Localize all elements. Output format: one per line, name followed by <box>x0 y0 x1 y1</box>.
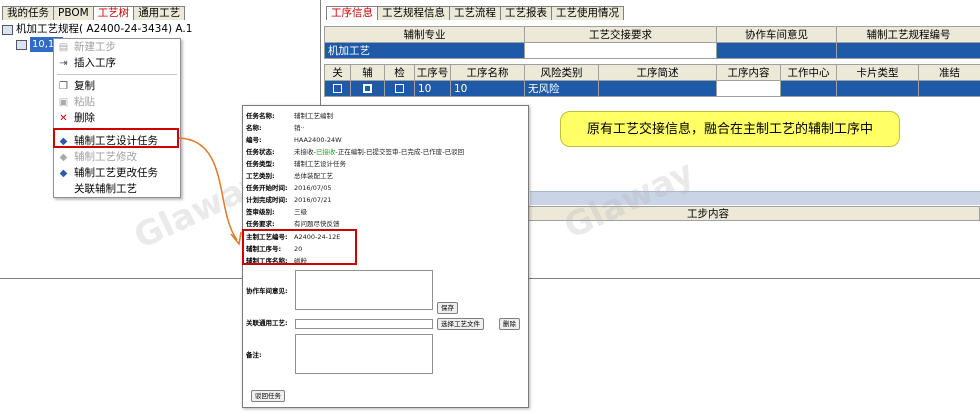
menu-separator <box>57 74 177 75</box>
cell-card[interactable] <box>836 80 920 97</box>
paste-icon: ▣ <box>58 96 69 108</box>
tab-process-flow[interactable]: 工艺流程 <box>449 6 501 20</box>
col-header-guan: 关 <box>324 64 351 81</box>
col-header-center: 工作中心 <box>780 64 838 81</box>
info-value-handover[interactable] <box>524 42 718 59</box>
left-tab-bar: 我的任务 PBOM 工艺树 通用工艺 <box>2 4 186 20</box>
cell-risk[interactable]: 无风险 <box>524 80 600 97</box>
tab-process-report[interactable]: 工艺报表 <box>500 6 552 20</box>
reject-task-button[interactable]: 驳回任务 <box>251 390 285 402</box>
new-step-icon: ▤ <box>58 41 69 53</box>
cell-brief[interactable] <box>598 80 718 97</box>
col-header-prep: 准结 <box>918 64 980 81</box>
col-header-brief: 工序简述 <box>598 64 718 81</box>
coop-textarea[interactable] <box>295 270 433 310</box>
cell-content[interactable] <box>716 80 782 97</box>
field-review-level: 签审级别: 三级 <box>246 208 307 216</box>
field-name: 名称: 销·· <box>246 124 305 132</box>
menu-item-aux-change-task[interactable]: ◆ 辅制工艺更改任务 <box>54 165 180 181</box>
menu-item-new-step[interactable]: ▤ 新建工步 <box>54 39 180 55</box>
insert-icon: ⇥ <box>59 57 68 69</box>
checkbox-guan[interactable] <box>324 80 351 97</box>
tree-root-node[interactable]: 机加工艺规程( A2400-24-3434) A.1 <box>2 22 320 37</box>
menu-item-paste[interactable]: ▣ 粘贴 <box>54 94 180 110</box>
cell-center[interactable] <box>780 80 838 97</box>
field-code: 编号: HAA2400-24W <box>246 136 342 144</box>
field-process-category: 工艺类别: 总体装配工艺 <box>246 172 333 180</box>
col-header-card: 卡片类型 <box>836 64 920 81</box>
field-plan-date: 计划完成时间: 2016/07/21 <box>246 196 332 204</box>
field-task-name: 任务名称: 辅制工艺编制 <box>246 112 333 120</box>
annotation-callout: 原有工艺交接信息，融合在主制工艺的辅制工序中 <box>560 111 900 147</box>
info-header-handover: 工艺交接要求 <box>524 26 718 43</box>
dialog-highlight-box <box>242 229 357 265</box>
delete-link-button[interactable]: 删除 <box>499 318 520 330</box>
table-row[interactable]: 10 10 无风险 <box>324 80 980 97</box>
col-header-jian: 检 <box>384 64 415 81</box>
operation-grid: 辅制专业 工艺交接要求 协作车间意见 辅制工艺规程编号 机加工艺 关 辅 检 工… <box>323 26 980 97</box>
copy-icon: ❐ <box>59 80 68 92</box>
col-header-op-name: 工序名称 <box>449 64 526 81</box>
cell-op-no[interactable]: 10 <box>414 80 451 97</box>
process-doc-icon <box>2 24 13 35</box>
tab-general-process[interactable]: 通用工艺 <box>133 6 186 20</box>
menu-item-insert-operation[interactable]: ⇥ 插入工序 <box>54 55 180 71</box>
menu-item-delete[interactable]: ✕ 删除 <box>54 110 180 126</box>
tab-my-tasks[interactable]: 我的任务 <box>2 6 54 20</box>
col-header-content: 工序内容 <box>716 64 782 81</box>
cell-op-name[interactable]: 10 <box>449 80 526 97</box>
tab-pbom[interactable]: PBOM <box>53 6 94 20</box>
status-accepted-highlight: 已接收 <box>315 148 336 156</box>
coop-label: 协作车间意见: <box>246 287 288 295</box>
info-header-coop: 协作车间意见 <box>716 26 838 43</box>
checkbox-fu[interactable] <box>350 80 385 97</box>
context-menu: ▤ 新建工步 ⇥ 插入工序 ❐ 复制 ▣ 粘贴 ✕ 删除 ◆ 辅制工艺设计任务 ◆ 辅制工艺修… <box>53 38 181 198</box>
save-button[interactable]: 保存 <box>437 302 458 314</box>
field-task-type: 任务类型: 辅制工艺设计任务 <box>246 160 346 168</box>
menu-item-copy[interactable]: ❐ 复制 <box>54 78 180 94</box>
info-value-specialty[interactable]: 机加工艺 <box>323 42 526 59</box>
field-start-date: 任务开始时间: 2016/07/05 <box>246 184 332 192</box>
info-value-coop[interactable] <box>716 42 838 59</box>
remark-textarea[interactable] <box>295 334 433 374</box>
task-icon: ◆ <box>59 151 68 163</box>
link-input[interactable] <box>295 319 433 329</box>
cell-prep[interactable] <box>918 80 980 97</box>
col-header-op-no: 工序号 <box>414 64 451 81</box>
menu-item-link-aux[interactable]: 关联辅制工艺 <box>54 181 180 197</box>
link-label: 关联通用工艺: <box>246 319 288 327</box>
col-header-risk: 风险类别 <box>524 64 600 81</box>
field-status: 任务状态: 未接收-已接收-正在编制-已提交签审-已完成-已作废-已驳回 <box>246 148 465 156</box>
tab-operation-info[interactable]: 工序信息 <box>326 6 378 20</box>
info-value-procno[interactable] <box>836 42 980 59</box>
task-icon: ◆ <box>59 167 68 179</box>
tab-usage[interactable]: 工艺使用情况 <box>551 6 624 20</box>
checkbox-jian[interactable] <box>384 80 415 97</box>
tab-process-tree[interactable]: 工艺树 <box>92 6 135 20</box>
operation-icon <box>16 39 27 50</box>
step-content-label: 工步内容 <box>687 208 729 220</box>
remark-label: 备注: <box>246 351 262 359</box>
choose-file-button[interactable]: 选择工艺文件 <box>437 318 484 330</box>
col-header-fu: 辅 <box>350 64 385 81</box>
menu-highlight-box <box>53 128 179 148</box>
tree-root-label: 机加工艺规程( A2400-24-3434) A.1 <box>16 23 193 35</box>
right-tab-bar: 工序信息 工艺规程信息 工艺流程 工艺报表 工艺使用情况 <box>326 4 624 20</box>
info-header-specialty: 辅制专业 <box>323 26 526 43</box>
delete-icon: ✕ <box>59 112 68 124</box>
info-header-procno: 辅制工艺规程编号 <box>836 26 980 43</box>
tab-procedure-info[interactable]: 工艺规程信息 <box>377 6 450 20</box>
menu-item-aux-modify[interactable]: ◆ 辅制工艺修改 <box>54 149 180 165</box>
